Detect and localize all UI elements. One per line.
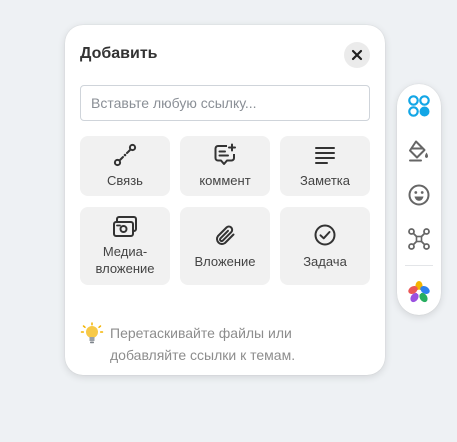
add-panel: Добавить Связь коммент Заметка [65,25,385,375]
check-circle-icon [314,224,336,245]
link-input[interactable] [80,85,370,121]
tile-attachment-label: Вложение [194,253,256,269]
lightbulb-icon [80,322,104,344]
tile-connection[interactable]: Связь [80,136,170,196]
tile-media-label-2: вложение [95,261,155,276]
relationship-icon [408,228,430,250]
tile-attachment[interactable]: Вложение [180,207,270,285]
tile-connection-label: Связь [107,173,143,188]
side-sticker-button[interactable] [405,181,433,209]
close-button[interactable] [344,42,370,68]
tile-task-label: Задача [303,253,347,269]
side-divider [405,265,433,266]
note-lines-icon [315,147,335,164]
add-grid-icon [408,95,430,117]
tile-media[interactable]: Медиа- вложение [80,207,170,285]
panel-title: Добавить [80,45,158,62]
media-icon [113,216,137,237]
color-flower-icon [408,281,430,303]
side-toolbar [397,84,441,315]
tile-media-label-1: Медиа- [102,244,148,259]
tile-comment[interactable]: коммент [180,136,270,196]
tile-note[interactable]: Заметка [280,136,370,196]
paint-bucket-icon [409,140,428,162]
drag-hint: Перетаскивайте файлы или добавляйте ссыл… [80,322,380,366]
smiley-icon [408,184,430,206]
side-style-button[interactable] [405,137,433,165]
close-icon [351,49,363,61]
side-relationship-button[interactable] [405,225,433,253]
comment-add-icon [214,143,236,165]
tile-task[interactable]: Задача [280,207,370,285]
tile-comment-label: коммент [199,173,251,188]
side-add-button[interactable] [405,92,433,120]
side-theme-button[interactable] [405,278,433,306]
hint-line-1: Перетаскивайте файлы или [110,325,292,341]
tile-note-label: Заметка [300,173,350,188]
connection-icon [113,143,137,167]
hint-line-2: добавляйте ссылки к темам. [110,347,296,363]
paperclip-icon [216,225,235,245]
